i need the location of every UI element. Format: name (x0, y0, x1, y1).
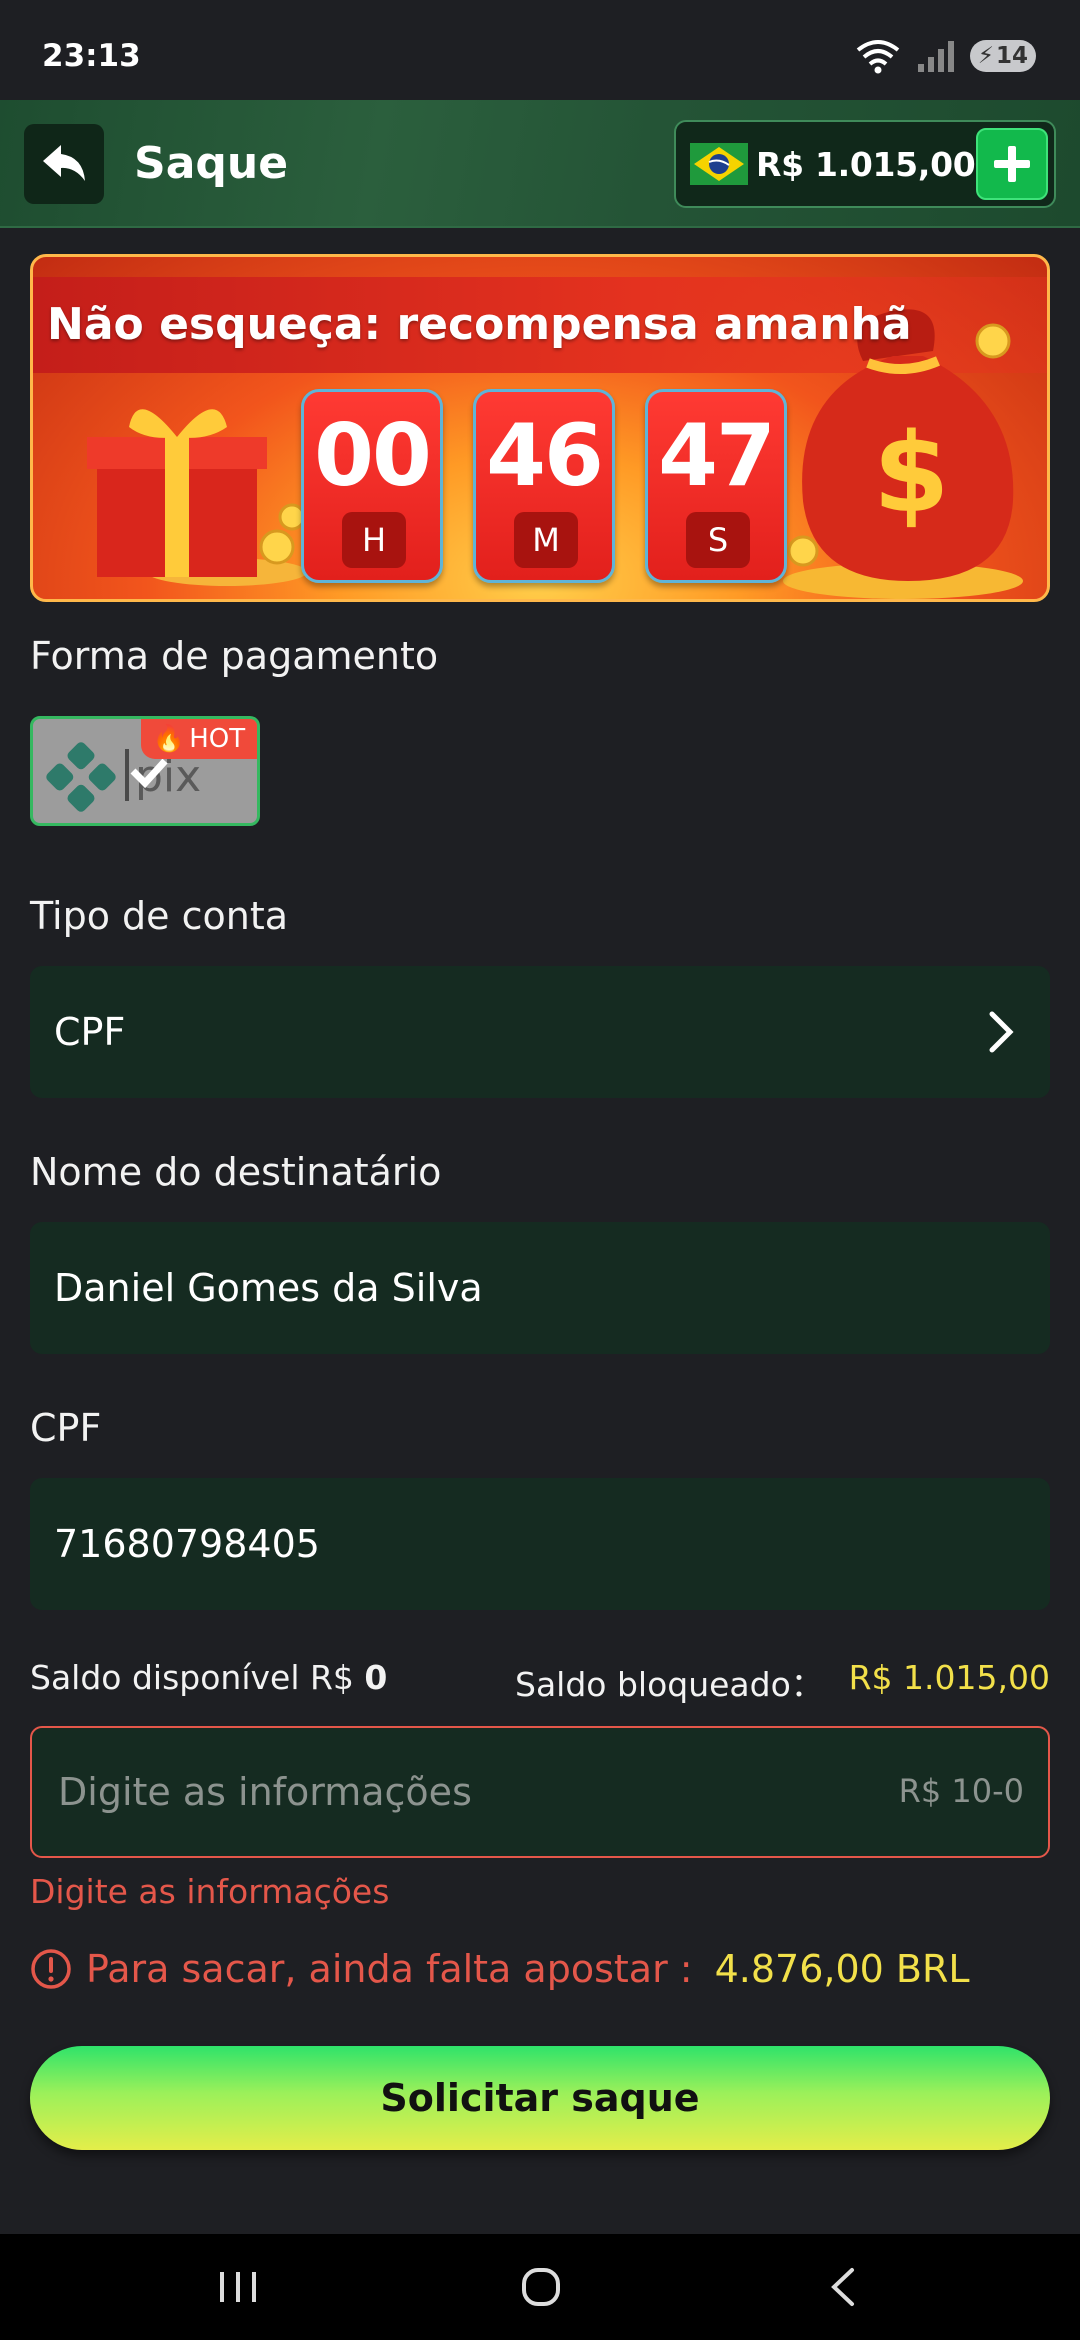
countdown-minutes: 46 M (473, 389, 615, 583)
hot-badge-label: HOT (189, 724, 246, 754)
app-header: Saque R$ 1.015,00 (0, 100, 1080, 228)
pix-payment-option[interactable]: pix 🔥 HOT (30, 716, 260, 826)
nav-back-icon[interactable] (828, 2266, 858, 2308)
blocked-balance-label: Saldo bloqueado： (515, 1665, 824, 1704)
cpf-value: 71680798405 (54, 1522, 320, 1566)
warning-amount: 4.876,00 BRL (714, 1947, 970, 1991)
available-balance-label: Saldo disponível R$ (30, 1658, 365, 1697)
countdown-seconds: 47 S (645, 389, 787, 583)
battery-level: 14 (995, 43, 1028, 69)
back-button[interactable] (24, 124, 104, 204)
banner-title: Não esqueça: recompensa amanhã (47, 299, 912, 350)
system-nav-bar (0, 2234, 1080, 2340)
hot-badge: 🔥 HOT (141, 719, 257, 759)
page-title: Saque (134, 138, 289, 189)
svg-text:$: $ (873, 409, 950, 537)
recipient-name-value: Daniel Gomes da Silva (54, 1266, 483, 1310)
wager-warning: Para sacar, ainda falta apostar : 4.876,… (30, 1944, 970, 1994)
request-withdrawal-button[interactable]: Solicitar saque (30, 2046, 1050, 2150)
signal-icon (917, 41, 954, 72)
charging-icon: ⚡ (977, 43, 994, 69)
countdown-hours: 00 H (301, 389, 443, 583)
balance-amount: R$ 1.015,00 (756, 144, 976, 184)
available-balance: Saldo disponível R$ 0 (30, 1658, 387, 1697)
account-type-label: Tipo de conta (30, 894, 289, 938)
wifi-icon (856, 40, 900, 74)
chevron-right-icon (989, 1011, 1014, 1053)
account-type-value: CPF (54, 1010, 126, 1054)
amount-range: R$ 10-0 (898, 1772, 1024, 1810)
status-time: 23:13 (42, 38, 141, 74)
countdown-minutes-value: 46 (486, 406, 604, 506)
withdraw-amount-field[interactable]: R$ 10-0 (30, 1726, 1050, 1858)
brazil-flag-icon (690, 143, 748, 185)
home-icon[interactable] (520, 2266, 562, 2308)
countdown-hours-value: 00 (314, 406, 432, 506)
plus-icon (994, 146, 1030, 182)
withdraw-amount-input[interactable] (58, 1728, 858, 1856)
status-bar: 23:13 ⚡ 14 (0, 0, 1080, 100)
countdown-seconds-unit: S (686, 512, 750, 568)
cpf-field[interactable]: 71680798405 (30, 1478, 1050, 1610)
flame-icon: 🔥 (152, 724, 186, 754)
payment-method-label: Forma de pagamento (30, 634, 439, 678)
alert-circle-icon (31, 1949, 71, 1989)
recent-apps-icon[interactable] (216, 2270, 260, 2304)
account-type-select[interactable]: CPF (30, 966, 1050, 1098)
promo-banner[interactable]: $ Não esqueça: recompensa amanhã 00 H 46… (30, 254, 1050, 602)
balance-row: Saldo disponível R$ 0 Saldo bloqueado： R… (30, 1658, 1050, 1704)
cpf-label: CPF (30, 1406, 102, 1450)
countdown-minutes-unit: M (514, 512, 578, 568)
countdown-seconds-value: 47 (658, 406, 776, 506)
countdown-hours-unit: H (342, 512, 406, 568)
warning-text: Para sacar, ainda falta apostar : (86, 1947, 693, 1991)
recipient-name-label: Nome do destinatário (30, 1150, 442, 1194)
deposit-add-button[interactable] (976, 128, 1048, 200)
battery-icon: ⚡ 14 (969, 40, 1036, 72)
available-balance-value: 0 (364, 1658, 388, 1697)
amount-error-text: Digite as informações (30, 1872, 390, 1911)
recipient-name-field[interactable]: Daniel Gomes da Silva (30, 1222, 1050, 1354)
gift-box-illustration (87, 409, 307, 586)
balance-chip: R$ 1.015,00 (674, 120, 1056, 208)
status-icons: ⚡ 14 (854, 36, 1036, 76)
back-arrow-icon (43, 145, 85, 181)
blocked-balance-value: R$ 1.015,00 (848, 1658, 1050, 1697)
